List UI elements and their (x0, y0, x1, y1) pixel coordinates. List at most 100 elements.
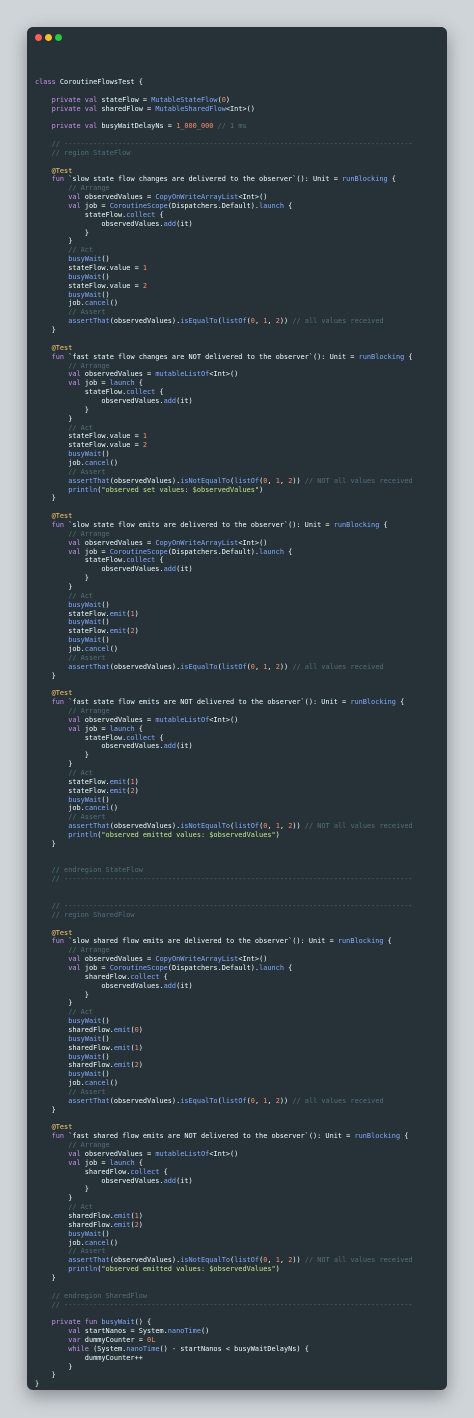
code-token: // Assert (35, 467, 106, 476)
code-line: // region SharedFlow (35, 911, 443, 920)
code-token: () (101, 1052, 110, 1061)
code-token: // Act (35, 591, 94, 600)
code-token: observedValues. (35, 1176, 164, 1185)
code-line: busyWait() (35, 796, 443, 805)
code-token: sharedFlow. (35, 1167, 131, 1176)
code-token: // -------------------------------------… (35, 1300, 413, 1309)
code-token: () (101, 600, 110, 609)
code-token: ) (134, 627, 139, 636)
code-line: } (35, 1194, 443, 1203)
code-token: // Assert (35, 308, 106, 317)
code-line: busyWait() (35, 636, 443, 645)
code-token: job. (35, 1079, 85, 1088)
code-token: busyWait (68, 636, 102, 645)
code-line: } (35, 415, 443, 424)
code-token: (Dispatchers.Default). (167, 202, 260, 211)
code-line: } (35, 494, 443, 503)
code-token: } (35, 405, 89, 414)
code-token: MutableStateFlow (151, 95, 218, 104)
code-token: observedValues. (35, 219, 164, 228)
code-token: @Test (51, 928, 73, 937)
code-line: // Arrange (35, 946, 443, 955)
code-token: () (109, 299, 119, 308)
code-line: @Test (35, 344, 443, 353)
code-token: listOf (234, 1256, 260, 1265)
code-token: emit (109, 627, 127, 636)
code-token: launch (259, 202, 284, 211)
code-line: private val stateFlow = MutableStateFlow… (35, 96, 443, 105)
code-token: () (101, 1229, 110, 1238)
code-token: CopyOnWriteArrayList (155, 193, 239, 202)
code-token: () (101, 636, 110, 645)
code-token: { (283, 963, 293, 972)
code-token: add (163, 981, 177, 990)
code-line: job.cancel() (35, 299, 443, 308)
code-line: job.cancel() (35, 645, 443, 654)
code-line: job.cancel() (35, 1079, 443, 1088)
code-token: stateFlow. (35, 627, 110, 636)
code-token: emit (113, 1220, 131, 1229)
code-token: emit (113, 1025, 131, 1034)
code-token: (it) (176, 219, 193, 228)
code-token: ) (275, 831, 280, 840)
code-token: // endregion SharedFlow (35, 1291, 148, 1300)
code-token: ) (138, 1220, 143, 1229)
code-token: nanoTime (167, 1327, 201, 1336)
code-line: // Act (35, 246, 443, 255)
code-token: MutableSharedFlow (155, 104, 226, 113)
code-token: sharedFlow. (35, 1061, 114, 1070)
code-token: { (134, 1158, 143, 1167)
code-token: val (68, 955, 81, 964)
code-token: ) (138, 1043, 143, 1052)
code-token: busyWait (68, 290, 102, 299)
code-token: // NOT all values received (300, 1256, 413, 1265)
code-line: private fun busyWait() { (35, 1318, 443, 1327)
code-token: 1_000_000 (176, 122, 214, 131)
code-line: val job = launch { (35, 379, 443, 388)
code-line: } (35, 751, 443, 760)
maximize-dot-icon[interactable] (55, 34, 62, 41)
code-line: fun `fast shared flow emits are NOT deli… (35, 1132, 443, 1141)
code-token: job. (35, 458, 85, 467)
close-dot-icon[interactable] (35, 34, 42, 41)
code-token: job. (35, 299, 85, 308)
code-line: // endregion StateFlow (35, 866, 443, 875)
code-token: emit (109, 786, 127, 795)
code-token: add (163, 219, 177, 228)
code-line: } (35, 229, 443, 238)
code-line: sharedFlow.collect { (35, 973, 443, 982)
code-line: private val sharedFlow = MutableSharedFl… (35, 105, 443, 114)
code-token: isNotEqualTo (180, 1256, 231, 1265)
code-line: busyWait() (35, 255, 443, 264)
code-token: } (35, 1362, 73, 1371)
code-token: collect (126, 556, 156, 565)
code-token: } (35, 1105, 56, 1114)
code-line: println("observed set values: $observedV… (35, 486, 443, 495)
code-token: (it) (176, 981, 193, 990)
minimize-dot-icon[interactable] (45, 34, 52, 41)
code-line: // Act (35, 592, 443, 601)
code-token: busyWaitDelayNs = (97, 122, 177, 131)
code-token: <Int>() (225, 104, 255, 113)
code-token: )) (279, 1096, 289, 1105)
code-line: } (35, 1380, 443, 1389)
code-token: `slow shared flow emits are delivered to… (64, 937, 338, 946)
code-token: runBlocking (333, 520, 380, 529)
code-token: val (68, 538, 81, 547)
code-token: launch (259, 547, 284, 556)
code-token: assertThat (68, 476, 110, 485)
code-token: observedValues. (35, 981, 164, 990)
